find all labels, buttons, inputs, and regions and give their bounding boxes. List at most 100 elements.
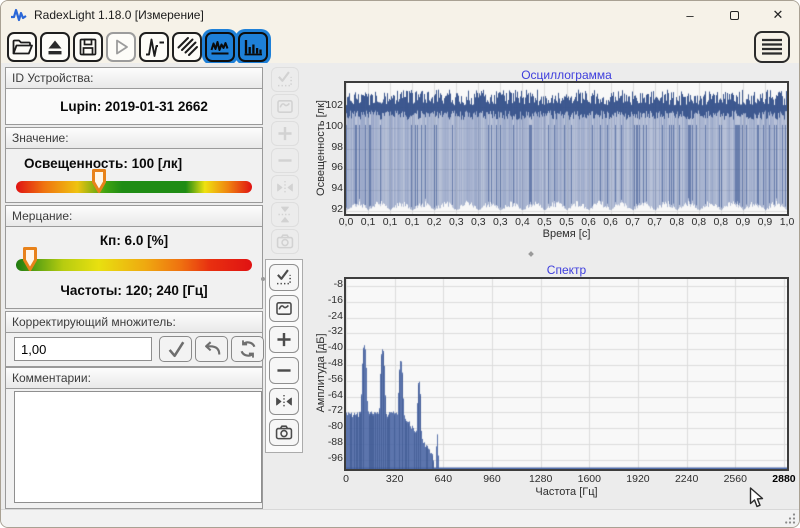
tick-label: 2880	[767, 473, 800, 485]
window-controls: – ✕	[679, 1, 789, 29]
app-icon	[10, 8, 27, 22]
tick-label: 1280	[524, 473, 558, 485]
snapshot-icon	[274, 231, 296, 252]
eject-icon	[43, 35, 67, 59]
tick-label: -56	[315, 373, 343, 385]
comments-header: Комментарии:	[5, 367, 263, 389]
tick-label: 2240	[670, 473, 704, 485]
flicker-frequencies: Частоты: 120; 240 [Гц]	[6, 283, 262, 298]
zoom-out-icon	[274, 150, 296, 171]
refresh-multiplier-button[interactable]	[231, 336, 264, 362]
select-region-icon	[274, 69, 296, 90]
tick-label: -48	[315, 357, 343, 369]
undo-multiplier-button[interactable]	[195, 336, 228, 362]
zoom-out-button[interactable]	[269, 357, 299, 384]
fit-view-icon	[274, 96, 296, 117]
maximize-button[interactable]	[723, 5, 745, 25]
spectrum-x-axis-label: Частота [Гц]	[346, 486, 787, 498]
tick-label: 1920	[621, 473, 655, 485]
fit-horizontal-icon	[273, 391, 295, 412]
snapshot-button	[271, 229, 299, 254]
zoom-in-button	[271, 121, 299, 146]
app-window: RadexLight 1.18.0 [Измерение] – ✕	[0, 0, 800, 528]
flicker-scale-slider[interactable]	[16, 259, 252, 271]
minimize-button[interactable]: –	[679, 5, 701, 25]
zoom-out-icon	[273, 360, 295, 381]
open-folder-icon	[10, 35, 34, 59]
multiplier-input[interactable]	[14, 337, 152, 361]
main-area: ID Устройства: Lupin: 2019-01-31 2662 Зн…	[1, 63, 800, 509]
tick-label: -8	[315, 278, 343, 290]
select-region-button[interactable]	[269, 264, 299, 291]
illuminance-scale-slider[interactable]	[16, 181, 252, 193]
fit-horizontal-button[interactable]	[269, 388, 299, 415]
device-id-header: ID Устройства:	[5, 67, 263, 89]
tick-label: 98	[315, 141, 343, 153]
splitter-grip[interactable]	[261, 277, 265, 281]
tick-label: -88	[315, 436, 343, 448]
flicker-kp-reading: Кп: 6.0 [%]	[6, 233, 262, 248]
measure-button[interactable]	[139, 32, 169, 62]
tick-label: -64	[315, 389, 343, 401]
mouse-cursor	[749, 487, 765, 509]
flicker-header: Мерцание:	[5, 205, 263, 227]
hamburger-icon	[760, 37, 784, 57]
tick-label: 1,0	[770, 216, 800, 228]
comments-textarea[interactable]	[14, 391, 262, 503]
open-button[interactable]	[7, 32, 37, 62]
oscillogram-plot[interactable]	[344, 81, 789, 216]
save-button[interactable]	[73, 32, 103, 62]
device-id-value-box: Lupin: 2019-01-31 2662	[5, 89, 263, 125]
fit-horizontal-icon	[274, 177, 296, 198]
undo-arrow-icon	[201, 339, 223, 359]
eject-button[interactable]	[40, 32, 70, 62]
tick-label: 0	[329, 473, 363, 485]
play-icon	[109, 35, 133, 59]
tick-label: -80	[315, 420, 343, 432]
tick-label: 1600	[572, 473, 606, 485]
tick-label: 960	[475, 473, 509, 485]
spectrum-plot[interactable]	[344, 277, 789, 471]
oscillogram-title: Осциллограмма	[346, 68, 787, 82]
device-id-value: Lupin: 2019-01-31 2662	[60, 99, 208, 114]
play-button[interactable]	[106, 32, 136, 62]
menu-button[interactable]	[754, 31, 790, 63]
zoom-in-icon	[273, 329, 295, 350]
flicker-body: Кп: 6.0 [%] Частоты: 120; 240 [Гц]	[5, 227, 263, 309]
spectrum-view-button[interactable]	[238, 32, 268, 62]
flicker-scale-marker[interactable]	[22, 246, 39, 273]
value-header: Значение:	[5, 127, 263, 149]
fit-view-button[interactable]	[269, 295, 299, 322]
fit-view-button	[271, 94, 299, 119]
zoom-in-button[interactable]	[269, 326, 299, 353]
comments-body	[5, 389, 263, 509]
apply-multiplier-button[interactable]	[159, 336, 192, 362]
window-title: RadexLight 1.18.0 [Измерение]	[34, 8, 204, 22]
oscillogram-view-button[interactable]	[205, 32, 235, 62]
top-strip: RadexLight 1.18.0 [Измерение] – ✕	[1, 1, 799, 63]
value-body: Освещенность: 100 [лк]	[5, 149, 263, 203]
bar-chart-icon	[241, 35, 265, 59]
waveform-chart-icon	[208, 35, 232, 59]
fit-view-icon	[273, 298, 295, 319]
tick-label: -72	[315, 404, 343, 416]
snapshot-button[interactable]	[269, 419, 299, 446]
maximize-icon	[730, 11, 739, 20]
titlebar[interactable]: RadexLight 1.18.0 [Измерение] – ✕	[1, 1, 799, 29]
fit-horizontal-button	[271, 175, 299, 200]
illuminance-scale-marker[interactable]	[90, 168, 107, 195]
splitter-grip[interactable]	[528, 251, 534, 257]
resize-grip-icon[interactable]	[785, 513, 796, 524]
fit-vertical-button	[271, 202, 299, 227]
light-rays-button[interactable]	[172, 32, 202, 62]
rays-icon	[175, 35, 199, 59]
tick-label: -40	[315, 341, 343, 353]
spectrum-title: Спектр	[346, 263, 787, 277]
snapshot-icon	[273, 422, 295, 443]
close-button[interactable]: ✕	[767, 5, 789, 25]
tick-label: 96	[315, 161, 343, 173]
tick-label: 320	[378, 473, 412, 485]
select-region-icon	[273, 267, 295, 288]
tick-label: 640	[426, 473, 460, 485]
fit-vertical-icon	[274, 204, 296, 225]
